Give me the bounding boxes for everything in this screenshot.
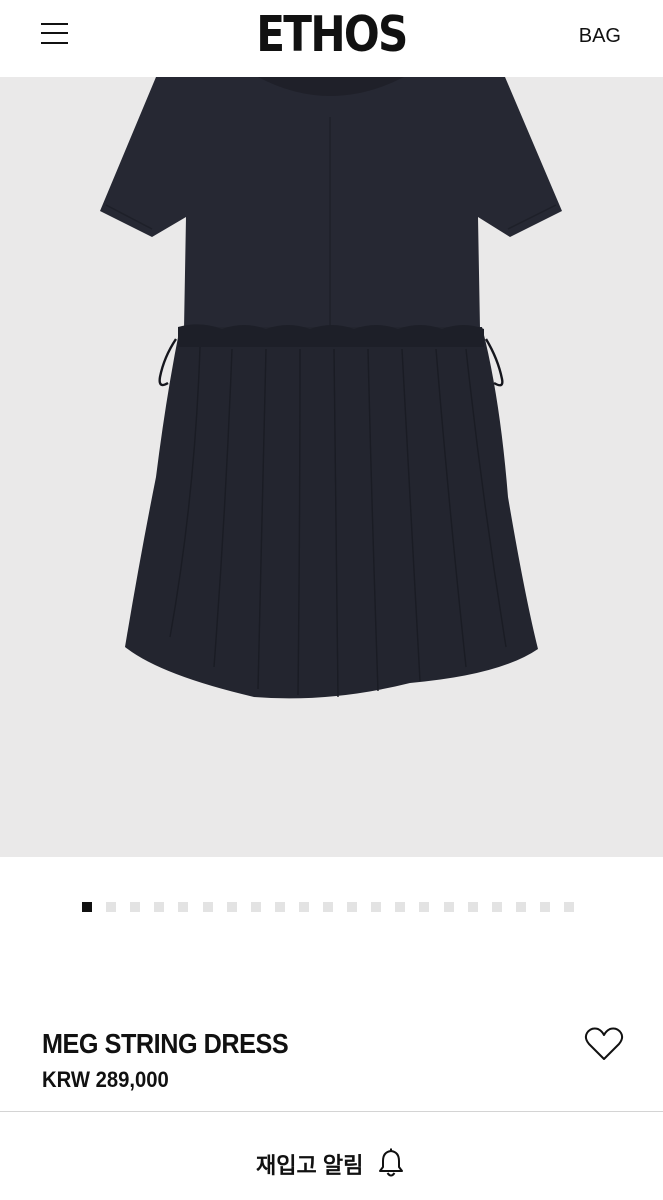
bell-icon — [378, 1148, 404, 1178]
dress-bodice — [100, 77, 562, 329]
gallery-dot[interactable] — [178, 902, 188, 912]
product-title: MEG STRING DRESS — [42, 1028, 289, 1059]
gallery-dot[interactable] — [227, 902, 237, 912]
heart-outline-icon — [584, 1027, 624, 1060]
gallery-dot[interactable] — [130, 902, 140, 912]
wishlist-heart-icon[interactable] — [584, 1026, 624, 1062]
gallery-dot[interactable] — [468, 902, 478, 912]
gallery-dot[interactable] — [516, 902, 526, 912]
top-nav-bar: ETHOS BAG — [0, 0, 663, 77]
gallery-dot[interactable] — [82, 902, 92, 912]
product-image-gallery[interactable] — [0, 77, 663, 857]
gallery-dot[interactable] — [251, 902, 261, 912]
gallery-dot[interactable] — [154, 902, 164, 912]
gallery-dot[interactable] — [275, 902, 285, 912]
gallery-dot[interactable] — [419, 902, 429, 912]
gallery-dot[interactable] — [492, 902, 502, 912]
gallery-dot[interactable] — [299, 902, 309, 912]
product-image-dress — [100, 77, 562, 699]
dress-skirt — [125, 327, 538, 699]
restock-alert-label: 재입고 알림 — [256, 1153, 364, 1178]
gallery-pagination — [0, 902, 663, 912]
gallery-dot[interactable] — [444, 902, 454, 912]
brand-logo[interactable]: ETHOS — [46, 6, 616, 63]
gallery-dot[interactable] — [540, 902, 550, 912]
gallery-dot[interactable] — [371, 902, 381, 912]
gallery-dot[interactable] — [323, 902, 333, 912]
gallery-dot[interactable] — [395, 902, 405, 912]
restock-alert-button[interactable]: 재입고 알림 — [0, 1112, 663, 1200]
gallery-dot[interactable] — [347, 902, 357, 912]
gallery-dot[interactable] — [203, 902, 213, 912]
gallery-dot[interactable] — [106, 902, 116, 912]
product-price: KRW 289,000 — [42, 1067, 169, 1092]
bag-link[interactable]: BAG — [579, 25, 621, 48]
gallery-dot[interactable] — [564, 902, 574, 912]
